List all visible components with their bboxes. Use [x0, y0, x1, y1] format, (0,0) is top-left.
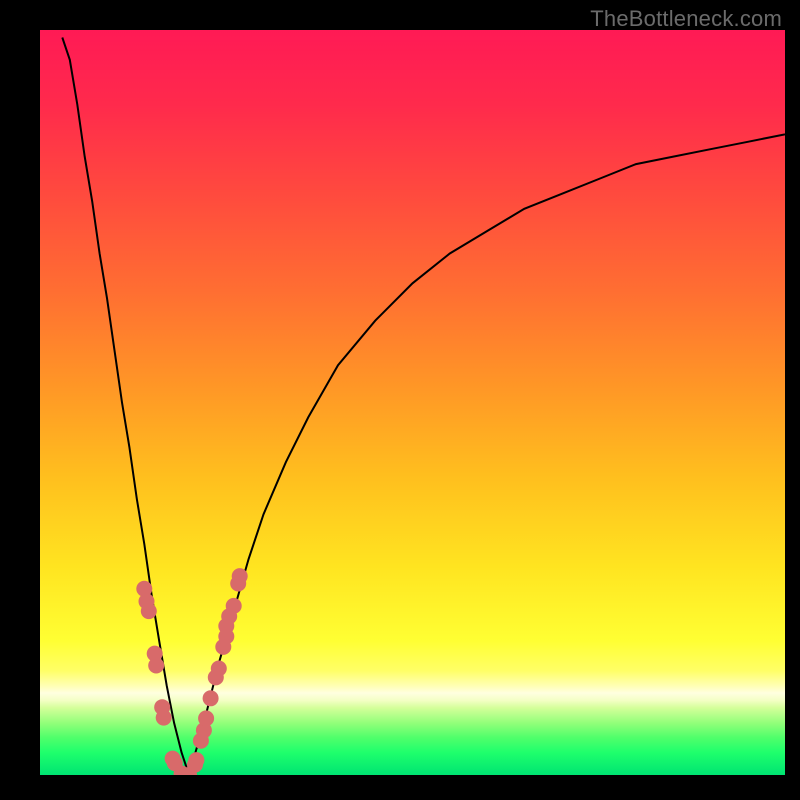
curve-right-branch [189, 134, 785, 775]
watermark-text: TheBottleneck.com [590, 6, 782, 32]
data-marker [198, 710, 214, 726]
data-marker [188, 752, 204, 768]
data-marker [148, 658, 164, 674]
data-marker [226, 598, 242, 614]
data-marker [156, 710, 172, 726]
data-marker [211, 661, 227, 677]
data-marker [203, 690, 219, 706]
curve-layer [40, 30, 785, 775]
plot-area [40, 30, 785, 775]
chart-frame: TheBottleneck.com [0, 0, 800, 800]
curve-left-branch [62, 38, 189, 776]
data-marker [232, 568, 248, 584]
data-marker [141, 603, 157, 619]
